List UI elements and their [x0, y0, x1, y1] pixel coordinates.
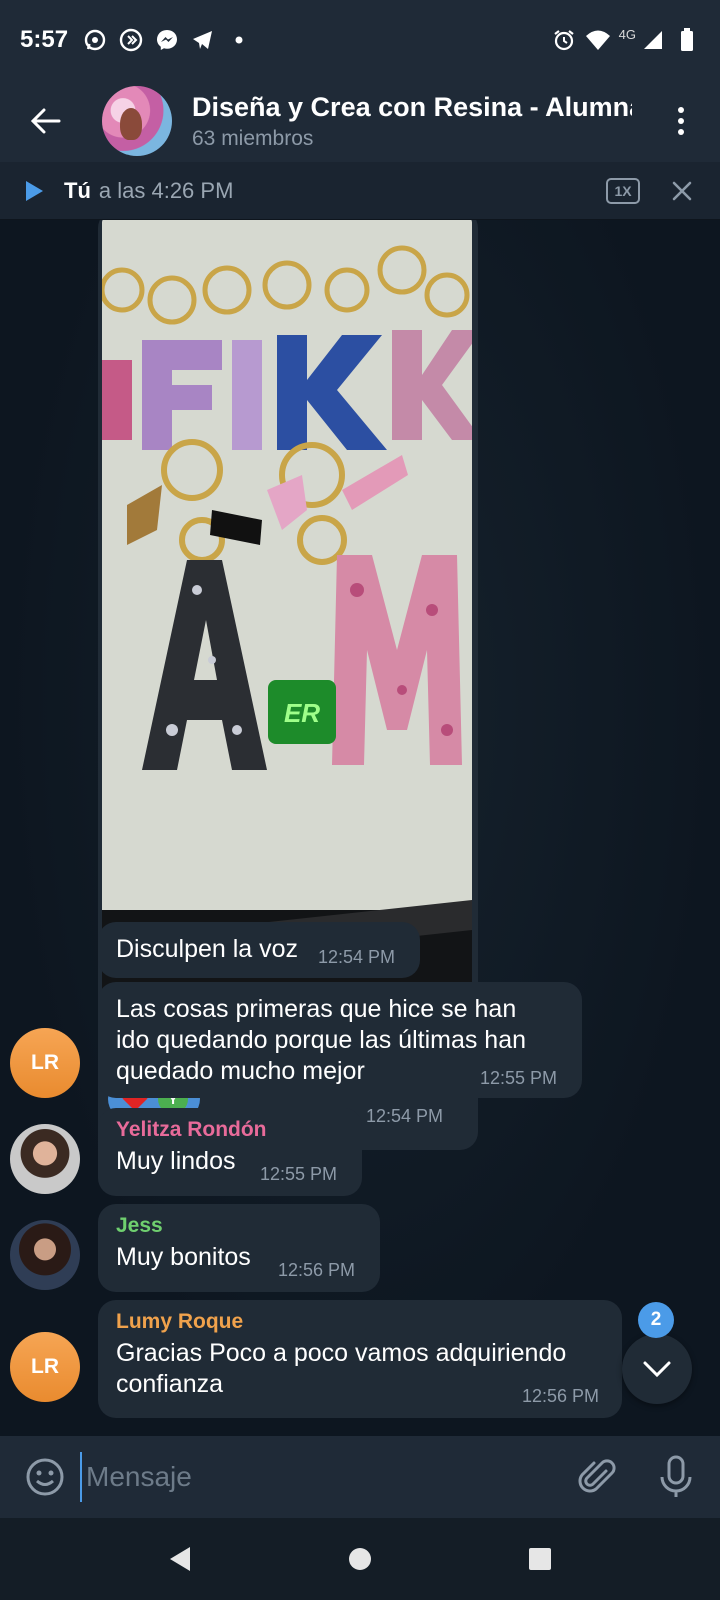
text-message[interactable]: Las cosas primeras que hice se han ido q… [98, 982, 582, 1098]
close-icon[interactable] [670, 179, 694, 203]
telegram-icon [190, 27, 216, 53]
nav-back-button[interactable] [165, 1544, 195, 1574]
message-text: Muy bonitos [116, 1243, 251, 1271]
avatar[interactable] [10, 1220, 80, 1290]
nav-recents-button[interactable] [525, 1544, 555, 1574]
arrow-left-icon [31, 108, 61, 134]
message-time: 12:55 PM [260, 1164, 338, 1184]
triangle-back-icon [170, 1547, 190, 1571]
paperclip-icon[interactable] [578, 1457, 618, 1497]
chat-header: Diseña y Crea con Resina - Alumnas 63 mi… [0, 80, 720, 162]
avatar[interactable]: LR [10, 1332, 80, 1402]
member-count: 63 miembros [192, 126, 314, 150]
message-text: Disculpen la voz [116, 935, 299, 963]
unread-badge: 2 [638, 1302, 674, 1338]
message-input[interactable] [80, 1452, 540, 1502]
microphone-icon[interactable] [656, 1455, 696, 1499]
emoji-icon[interactable] [24, 1456, 66, 1498]
message-time: 12:56 PM [278, 1260, 356, 1280]
messenger-icon [154, 27, 180, 53]
text-message[interactable]: Disculpen la voz 12:54 PM [98, 922, 420, 978]
message-list[interactable]: ER Y 12:54 PM Disculpen la voz 12:54 PM … [0, 220, 720, 1436]
audio-player-bar[interactable]: Tú a las 4:26 PM 1X [0, 162, 720, 220]
play-icon[interactable] [22, 179, 46, 203]
status-time: 5:57 [20, 26, 69, 53]
back-button[interactable] [16, 91, 76, 151]
chevron-down-icon [643, 1361, 671, 1378]
text-message[interactable]: Yelitza Rondón Muy lindos 12:55 PM [98, 1108, 362, 1196]
avatar[interactable]: LR [10, 1028, 80, 1098]
circle-home-icon [349, 1548, 371, 1570]
message-time: 12:54 PM [366, 1106, 444, 1126]
player-time: a las 4:26 PM [98, 177, 234, 203]
shazam-icon [118, 27, 144, 53]
system-navigation-bar [0, 1518, 720, 1600]
avatar[interactable] [10, 1124, 80, 1194]
message-text-line: Gracias Poco a poco vamos adquiriendo [116, 1339, 567, 1367]
sender-name[interactable]: Lumy Roque [116, 1310, 604, 1334]
square-recents-icon [529, 1548, 551, 1570]
sender-name[interactable]: Jess [116, 1214, 362, 1238]
system-icons: 4G [551, 27, 700, 53]
message-composer [0, 1436, 720, 1518]
watermark-logo: ER [283, 698, 321, 728]
network-type: 4G [618, 26, 636, 42]
wifi-icon [585, 27, 611, 53]
text-message[interactable]: Jess Muy bonitos 12:56 PM [98, 1204, 380, 1292]
battery-icon [674, 27, 700, 53]
message-time: 12:55 PM [480, 1068, 558, 1088]
more-vertical-icon [678, 107, 684, 135]
message-text-line: Las cosas primeras que hice se han [116, 995, 517, 1023]
scroll-down-button[interactable] [622, 1334, 692, 1404]
alarm-icon [551, 27, 577, 53]
chat-title-block[interactable]: Diseña y Crea con Resina - Alumnas 63 mi… [192, 92, 632, 151]
sender-name[interactable]: Yelitza Rondón [116, 1118, 344, 1142]
message-text: Muy lindos [116, 1147, 236, 1175]
message-time: 12:56 PM [522, 1386, 600, 1406]
group-title: Diseña y Crea con Resina - Alumnas [192, 91, 632, 122]
text-message[interactable]: Lumy Roque Gracias Poco a poco vamos adq… [98, 1300, 622, 1418]
notification-icons [82, 27, 252, 53]
group-avatar[interactable] [102, 86, 172, 156]
whatsapp-icon [82, 27, 108, 53]
dot-icon [226, 27, 252, 53]
more-options-button[interactable] [666, 91, 696, 151]
status-bar: 5:57 4G [0, 0, 720, 80]
nav-home-button[interactable] [345, 1544, 375, 1574]
message-text-line: ido quedando porque las últimas han [116, 1026, 527, 1054]
signal-icon [640, 27, 666, 53]
player-sender: Tú [64, 177, 91, 203]
message-time: 12:54 PM [318, 947, 396, 967]
playback-speed-button[interactable]: 1X [606, 177, 640, 204]
